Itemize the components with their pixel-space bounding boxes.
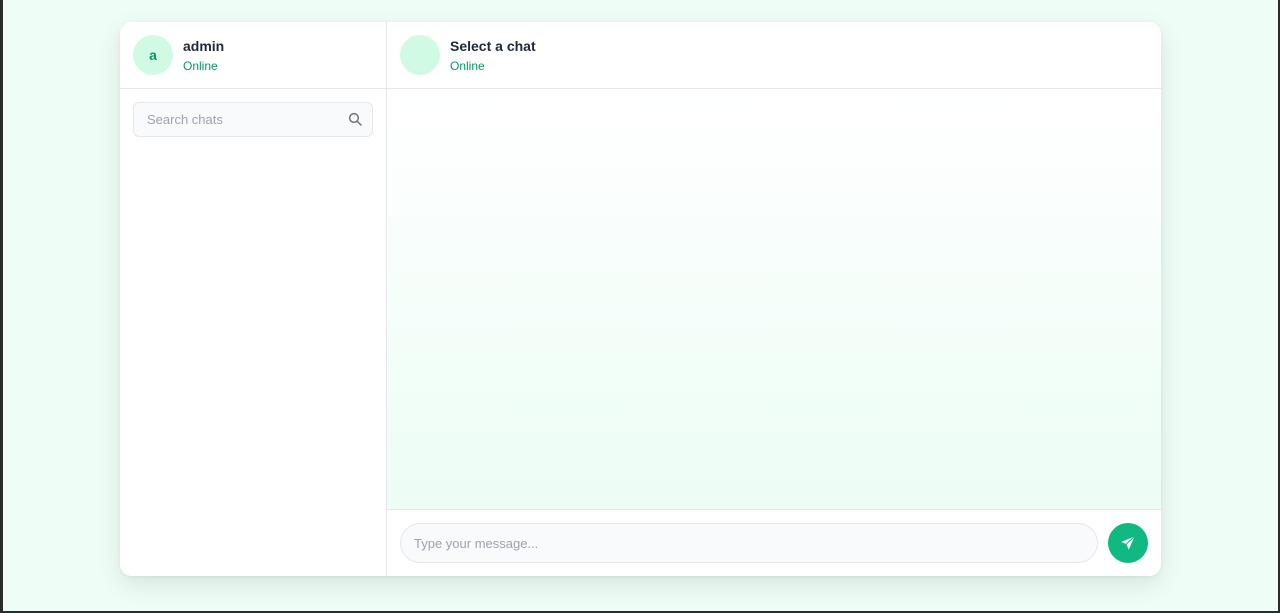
search-box <box>133 102 373 137</box>
chat-panel: Select a chat Online <box>387 22 1161 576</box>
chat-header: Select a chat Online <box>387 22 1161 89</box>
current-user-header: a admin Online <box>120 22 386 89</box>
user-name: admin <box>183 37 225 54</box>
chat-app: a admin Online Select a chat Online <box>120 22 1161 576</box>
user-status: Online <box>183 58 218 73</box>
search-input[interactable] <box>134 103 372 136</box>
message-composer <box>387 510 1161 576</box>
send-button[interactable] <box>1108 523 1148 563</box>
sidebar: a admin Online <box>120 22 387 576</box>
chat-title: Select a chat <box>450 37 536 54</box>
message-area[interactable] <box>387 89 1161 510</box>
user-info: admin Online <box>183 38 224 73</box>
chat-avatar <box>400 35 440 75</box>
message-input[interactable] <box>400 523 1098 563</box>
search-container <box>120 89 386 150</box>
chat-list <box>120 150 386 576</box>
chat-status: Online <box>450 58 485 73</box>
user-avatar[interactable]: a <box>133 35 173 75</box>
chat-info: Select a chat Online <box>450 38 536 73</box>
search-icon[interactable] <box>347 111 363 127</box>
send-icon <box>1121 535 1136 550</box>
